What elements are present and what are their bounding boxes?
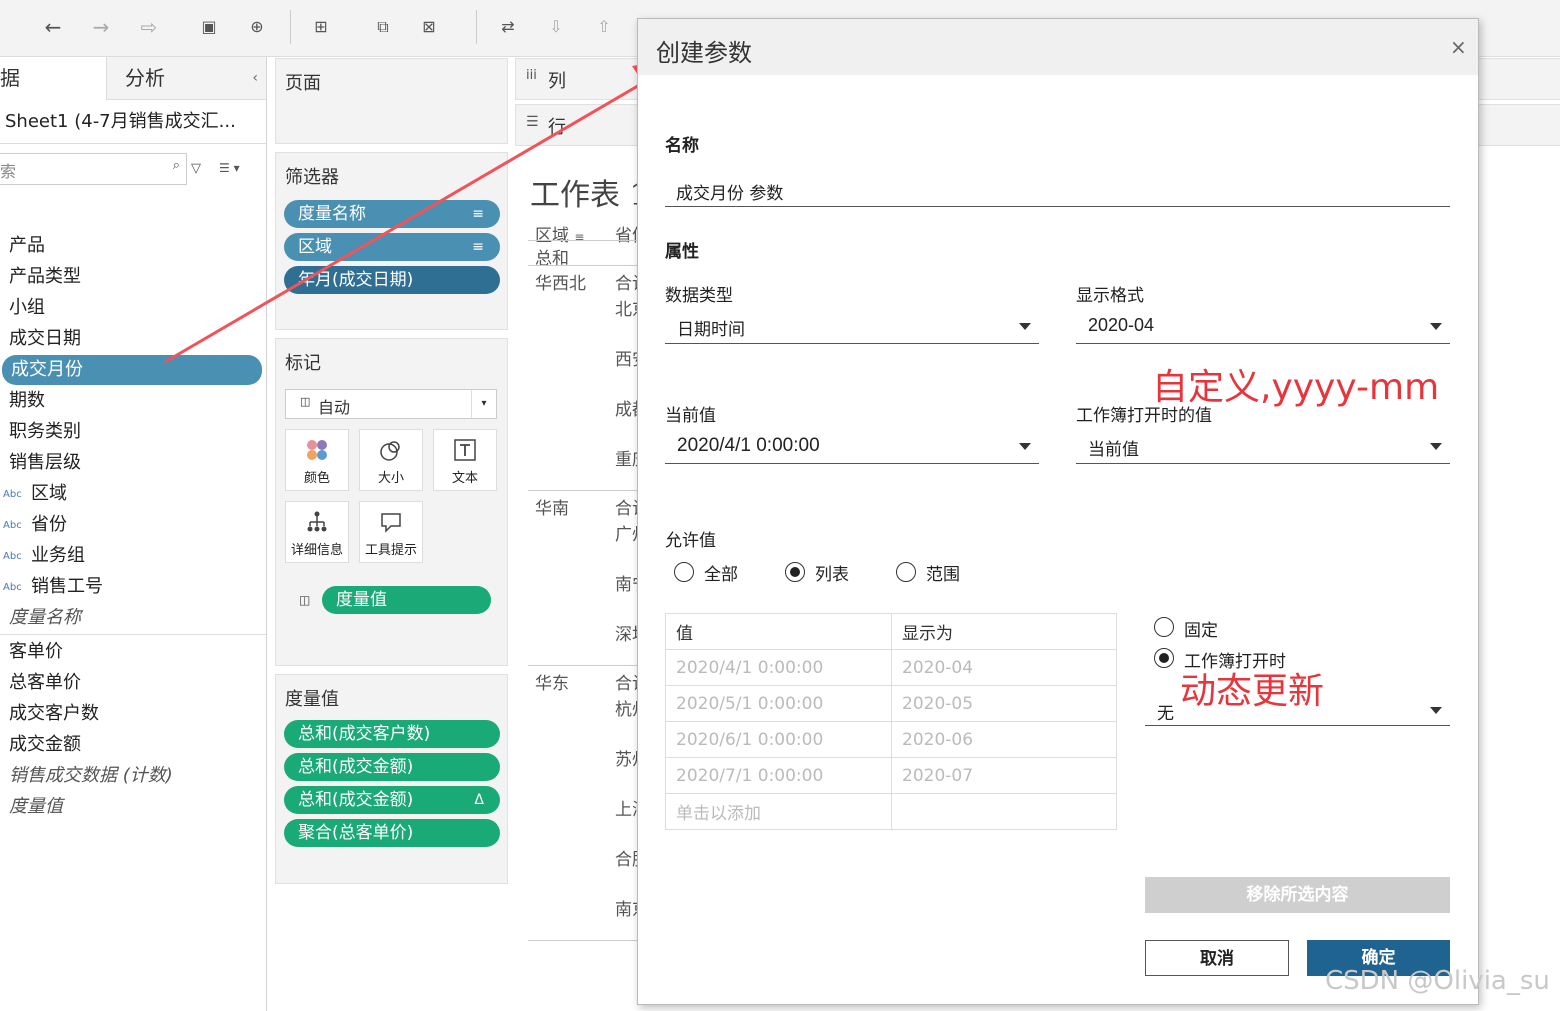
remove-selected-button[interactable]: 移除所选内容 (1145, 877, 1450, 913)
value-column-header: 值 (665, 613, 892, 650)
chevron-down-icon (1430, 323, 1442, 330)
allowed-all-radio[interactable]: 全部 (674, 560, 764, 585)
chevron-down-icon (1430, 707, 1442, 714)
allowed-list-radio[interactable]: 列表 (785, 560, 875, 585)
table-row[interactable]: 2020/6/1 0:00:00 2020-06 (665, 721, 1117, 758)
cancel-button[interactable]: 取消 (1145, 940, 1289, 976)
radio-icon (785, 562, 805, 582)
format-label: 显示格式 (1076, 286, 1144, 306)
radio-icon (1154, 648, 1174, 668)
table-row[interactable]: 2020/7/1 0:00:00 2020-07 (665, 757, 1117, 794)
radio-icon (896, 562, 916, 582)
watermark: CSDN @Olivia_su (1325, 966, 1550, 996)
properties-label: 属性 (665, 242, 699, 262)
display-as-column-header: 显示为 (891, 613, 1117, 650)
create-parameter-dialog: 创建参数 × 名称 成交月份 参数 属性 数据类型 日期时间 显示格式 2020… (637, 18, 1479, 1005)
current-value-label: 当前值 (665, 406, 716, 426)
chevron-down-icon (1019, 443, 1031, 450)
values-table: 值 显示为 2020/4/1 0:00:00 2020-04 2020/5/1 0… (665, 613, 1117, 830)
radio-icon (674, 562, 694, 582)
open-value-select[interactable]: 当前值 (1076, 431, 1450, 463)
current-value-select[interactable]: 2020/4/1 0:00:00 (665, 431, 1039, 463)
datatype-label: 数据类型 (665, 286, 733, 306)
chevron-down-icon (1430, 443, 1442, 450)
close-icon[interactable]: × (1450, 35, 1467, 59)
table-row[interactable]: 2020/4/1 0:00:00 2020-04 (665, 649, 1117, 686)
format-select[interactable]: 2020-04 (1076, 311, 1450, 343)
radio-icon (1154, 617, 1174, 637)
annotation-custom-format: 自定义,yyyy-mm (1152, 367, 1440, 408)
allowed-values-label: 允许值 (665, 531, 716, 551)
table-row[interactable]: 2020/5/1 0:00:00 2020-05 (665, 685, 1117, 722)
fixed-radio[interactable]: 固定 (1154, 617, 1274, 641)
dialog-title: 创建参数 (656, 39, 752, 67)
dialog-header: 创建参数 × (638, 19, 1478, 75)
add-row[interactable]: 单击以添加 (665, 793, 1117, 830)
annotation-dynamic-update: 动态更新 (1180, 671, 1325, 712)
datatype-select[interactable]: 日期时间 (665, 311, 1039, 343)
name-label: 名称 (665, 136, 699, 156)
name-field[interactable]: 成交月份 参数 (676, 179, 783, 204)
chevron-down-icon (1019, 323, 1031, 330)
allowed-range-radio[interactable]: 范围 (896, 560, 986, 585)
